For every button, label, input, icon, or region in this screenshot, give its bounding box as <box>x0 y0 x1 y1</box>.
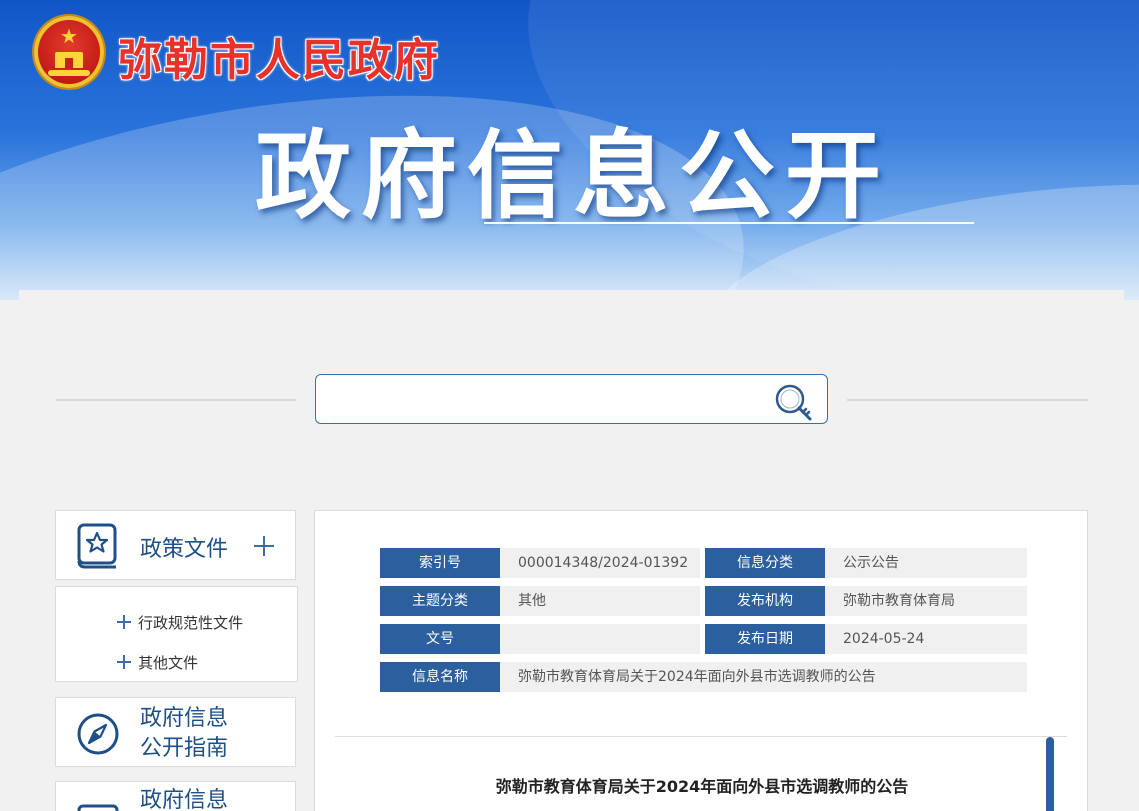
header-banner: ★ 弥勒市人民政府 政府信息公开 <box>0 0 1139 300</box>
search-divider-right <box>847 399 1088 401</box>
meta-value-topic-category: 其他 <box>500 586 700 616</box>
document-stack-icon <box>76 794 120 811</box>
sidebar-item-label-line1: 政府信息 <box>140 706 229 731</box>
sidebar-subitem-other-files[interactable]: 其他文件 <box>116 651 198 673</box>
plus-icon <box>116 614 132 630</box>
plus-icon <box>116 654 132 670</box>
meta-row: 文号 发布日期 2024-05-24 <box>380 624 1030 654</box>
search-input[interactable] <box>326 383 766 415</box>
article-title: 弥勒市教育体育局关于2024年面向外县市选调教师的公告 <box>495 777 909 796</box>
meta-value-publish-date: 2024-05-24 <box>825 624 1027 654</box>
banner-title-underline <box>484 222 974 224</box>
sidebar-subitem-administrative-normative-files[interactable]: 行政规范性文件 <box>116 611 243 633</box>
meta-label-doc-no: 文号 <box>380 624 506 654</box>
star-book-icon <box>76 523 120 569</box>
sidebar-item-government-info[interactable]: 政府信息 <box>55 781 296 811</box>
meta-row: 信息名称 弥勒市教育体育局关于2024年面向外县市选调教师的公告 <box>380 662 1030 692</box>
meta-label-index-no: 索引号 <box>380 548 506 578</box>
expand-plus-icon[interactable] <box>252 534 276 558</box>
meta-label-info-name: 信息名称 <box>380 662 506 692</box>
content-divider <box>335 736 1067 737</box>
meta-row: 索引号 000014348/2024-01392 信息分类 公示公告 <box>380 548 1030 578</box>
meta-row: 主题分类 其他 发布机构 弥勒市教育体育局 <box>380 586 1030 616</box>
meta-label-publish-date: 发布日期 <box>705 624 831 654</box>
sidebar-item-label: 政府信息 公开指南 <box>140 704 228 764</box>
meta-value-index-no: 000014348/2024-01392 <box>500 548 700 578</box>
sidebar-item-label: 政策文件 <box>140 537 229 562</box>
key-search-icon <box>775 384 812 421</box>
search-button[interactable] <box>772 381 816 421</box>
sidebar-submenu-policy-files: 行政规范性文件 其他文件 <box>55 586 298 682</box>
sidebar-subitem-label: 其他文件 <box>138 653 199 672</box>
sidebar-item-policy-files[interactable]: 政策文件 <box>55 510 296 580</box>
search-divider-left <box>56 399 296 401</box>
meta-value-info-category: 公示公告 <box>825 548 1027 578</box>
meta-value-info-name: 弥勒市教育体育局关于2024年面向外县市选调教师的公告 <box>500 662 1027 692</box>
meta-label-publisher: 发布机构 <box>705 586 831 616</box>
meta-value-publisher: 弥勒市教育体育局 <box>825 586 1027 616</box>
sidebar-item-disclosure-guide[interactable]: 政府信息 公开指南 <box>55 697 296 767</box>
site-name[interactable]: 弥勒市人民政府 <box>118 24 440 88</box>
sidebar-item-label-line2: 公开指南 <box>140 736 229 761</box>
info-content-panel: 索引号 000014348/2024-01392 信息分类 公示公告 主题分类 … <box>314 510 1088 811</box>
meta-label-topic-category: 主题分类 <box>380 586 506 616</box>
sidebar-item-label: 政府信息 <box>140 788 229 811</box>
meta-label-info-category: 信息分类 <box>705 548 831 578</box>
sidebar-subitem-label: 行政规范性文件 <box>138 613 244 632</box>
banner-title: 政府信息公开 <box>255 120 891 232</box>
search-box <box>315 374 828 424</box>
compass-icon <box>76 710 120 756</box>
national-emblem-icon[interactable]: ★ <box>34 16 104 88</box>
meta-value-doc-no <box>500 624 700 654</box>
